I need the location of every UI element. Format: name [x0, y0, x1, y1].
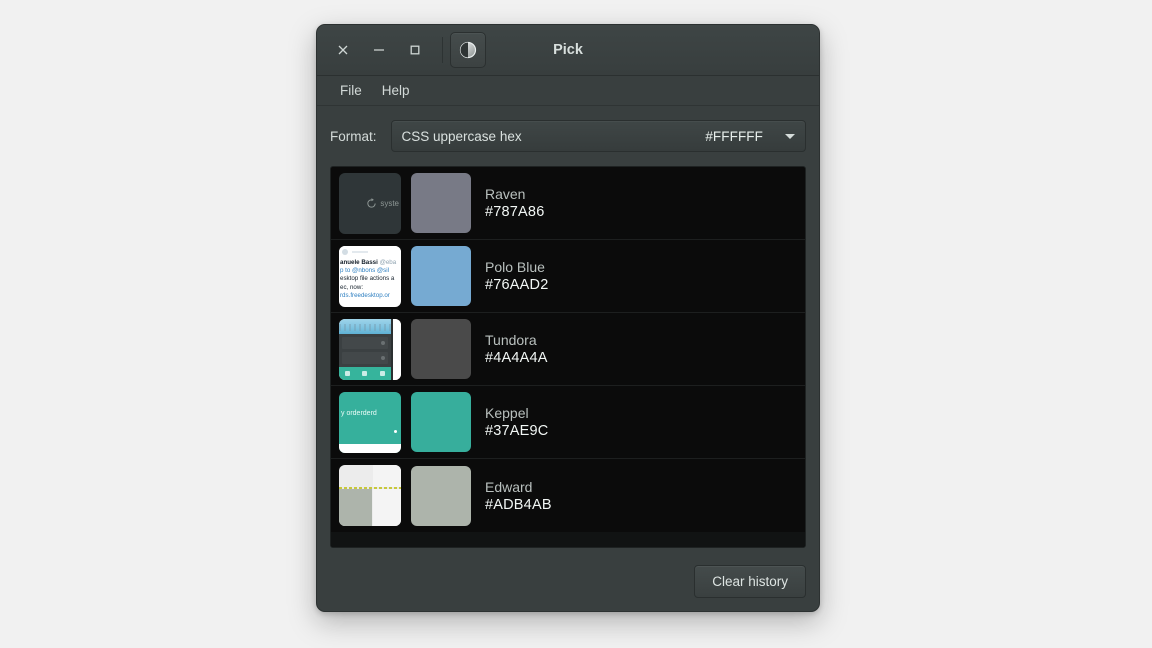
color-hex[interactable]: #76AAD2 [485, 277, 548, 293]
tweet-reply-line: p to @nbons @sil [340, 266, 390, 274]
color-hex[interactable]: #ADB4AB [485, 497, 552, 513]
color-name: Tundora [485, 332, 537, 348]
table-row[interactable]: anuele Bassi @eba p to @nbons @sil eskto… [331, 240, 805, 313]
color-swatch[interactable] [411, 465, 471, 526]
color-swatch[interactable] [411, 173, 471, 233]
close-button[interactable] [328, 35, 358, 65]
table-row[interactable]: syste Raven #787A86 [331, 167, 805, 240]
tweet-body-line-2: ec, now: [340, 283, 364, 291]
close-icon [338, 45, 348, 55]
tweet-author: anuele Bassi [340, 258, 378, 266]
clear-history-button[interactable]: Clear history [694, 565, 806, 598]
footer: Clear history [330, 548, 806, 598]
avatar [342, 249, 348, 255]
color-info: Polo Blue #76AAD2 [485, 259, 548, 293]
thumbnail-edge [391, 318, 401, 380]
color-swatch[interactable] [411, 319, 471, 379]
pick-color-button[interactable] [450, 32, 486, 68]
table-row[interactable]: y orderderd Keppel #37AE9C [331, 386, 805, 459]
screenshot-thumbnail[interactable]: syste [339, 172, 401, 234]
color-name: Raven [485, 186, 526, 202]
thumbnail-photo [339, 318, 391, 335]
tweet-link: rds.freedesktop.or [340, 292, 390, 300]
pick-circle-icon [459, 41, 477, 59]
color-hex[interactable]: #4A4A4A [485, 350, 548, 366]
color-swatch[interactable] [411, 246, 471, 306]
color-name: Keppel [485, 405, 529, 421]
screenshot-thumbnail[interactable]: y orderderd [339, 391, 401, 453]
thumbnail-list [339, 334, 391, 368]
format-combobox[interactable]: CSS uppercase hex #FFFFFF [390, 120, 806, 152]
maximize-button[interactable] [400, 35, 430, 65]
color-name: Polo Blue [485, 259, 545, 275]
window-content: Format: CSS uppercase hex #FFFFFF syste [317, 106, 819, 611]
color-info: Raven #787A86 [485, 186, 544, 220]
screenshot-thumbnail[interactable] [339, 465, 401, 526]
format-label: Format: [330, 128, 377, 144]
tweet-author-line: anuele Bassi @eba [339, 259, 401, 267]
color-hex[interactable]: #37AE9C [485, 423, 548, 439]
tweet-header-bar [352, 251, 368, 253]
color-name: Edward [485, 478, 533, 495]
format-selected-value: CSS uppercase hex [401, 128, 522, 144]
titlebar[interactable]: Pick [317, 25, 819, 76]
color-info: Edward #ADB4AB [485, 479, 552, 513]
format-row: Format: CSS uppercase hex #FFFFFF [330, 120, 806, 152]
chevron-down-icon [785, 133, 795, 139]
refresh-icon [367, 197, 376, 208]
format-sample-value: #FFFFFF [705, 128, 763, 144]
minimize-button[interactable] [364, 35, 394, 65]
titlebar-separator [442, 37, 443, 63]
thumbnail-text: y orderderd [341, 409, 377, 417]
color-hex[interactable]: #787A86 [485, 204, 544, 220]
screenshot-thumbnail[interactable]: anuele Bassi @eba p to @nbons @sil eskto… [339, 245, 401, 307]
color-info: Keppel #37AE9C [485, 405, 548, 439]
tweet-body-line-1: esktop file actions a [340, 275, 395, 283]
color-info: Tundora #4A4A4A [485, 332, 548, 366]
color-swatch[interactable] [411, 392, 471, 452]
menubar: File Help [317, 76, 819, 106]
minimize-icon [374, 49, 384, 51]
list-empty-area [331, 532, 805, 547]
thumbnail-text: syste [380, 198, 399, 208]
menu-file[interactable]: File [331, 80, 371, 101]
thumbnail-footer [339, 367, 391, 380]
pick-window: Pick File Help Format: CSS uppercase hex… [316, 24, 820, 612]
maximize-icon [410, 45, 420, 55]
tweet-handle: @eba [379, 258, 397, 266]
color-history-list[interactable]: syste Raven #787A86 anuele Bassi @eba p … [330, 166, 806, 548]
screenshot-thumbnail[interactable] [339, 318, 401, 380]
menu-help[interactable]: Help [373, 80, 419, 101]
table-row[interactable]: Edward #ADB4AB [331, 459, 805, 532]
table-row[interactable]: Tundora #4A4A4A [331, 313, 805, 386]
